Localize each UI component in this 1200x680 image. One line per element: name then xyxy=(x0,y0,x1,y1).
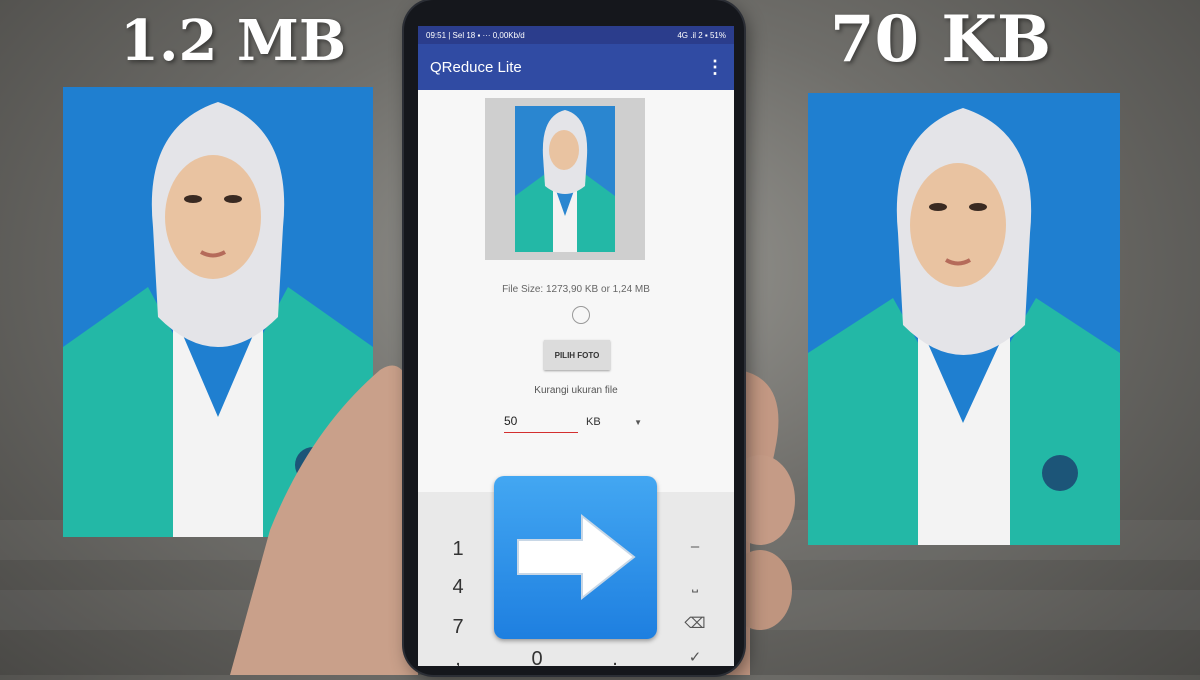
caption-before-size: 1.2 MB xyxy=(120,8,347,74)
status-bar: 09:51 | Sel 18 ▪ ··· 0,00Kb/d 4G .il 2 ▪… xyxy=(418,26,734,44)
key-dot[interactable]: . xyxy=(600,648,630,666)
image-preview[interactable] xyxy=(485,98,645,260)
reduce-size-label: Kurangi ukuran file xyxy=(534,385,618,396)
status-left: 09:51 | Sel 18 ▪ ··· 0,00Kb/d xyxy=(426,30,525,40)
dropdown-caret-icon: ▼ xyxy=(634,417,642,427)
target-size-input[interactable] xyxy=(504,410,578,433)
unit-selected: KB xyxy=(586,416,601,428)
app-bar: QReduce Lite ⋮ xyxy=(418,44,734,90)
key-minus[interactable]: – xyxy=(680,538,710,555)
right-arrow-icon xyxy=(494,476,657,639)
app-title: QReduce Lite xyxy=(430,58,522,76)
caption-after-size: 70 KB xyxy=(830,2,1052,77)
progress-indicator xyxy=(572,306,590,324)
backspace-icon[interactable]: ⌫ xyxy=(680,614,710,632)
key-7[interactable]: 7 xyxy=(443,616,473,639)
key-4[interactable]: 4 xyxy=(443,576,473,599)
status-right: 4G .il 2 ▪ 51% xyxy=(677,30,726,40)
done-check-icon[interactable]: ✓ xyxy=(680,648,710,666)
space-key-icon[interactable]: ⎵ xyxy=(680,576,710,593)
key-1[interactable]: 1 xyxy=(443,538,473,561)
file-size-text: File Size: 1273,90 KB or 1,24 MB xyxy=(502,284,650,295)
preview-photo xyxy=(515,106,615,252)
pick-photo-button[interactable]: PILIH FOTO xyxy=(544,340,610,370)
portrait-compressed xyxy=(808,93,1120,545)
unit-dropdown[interactable]: KB ▼ xyxy=(586,412,642,432)
key-comma[interactable]: , xyxy=(443,648,473,666)
key-0[interactable]: 0 xyxy=(522,648,552,666)
more-vert-icon[interactable]: ⋮ xyxy=(706,57,724,78)
